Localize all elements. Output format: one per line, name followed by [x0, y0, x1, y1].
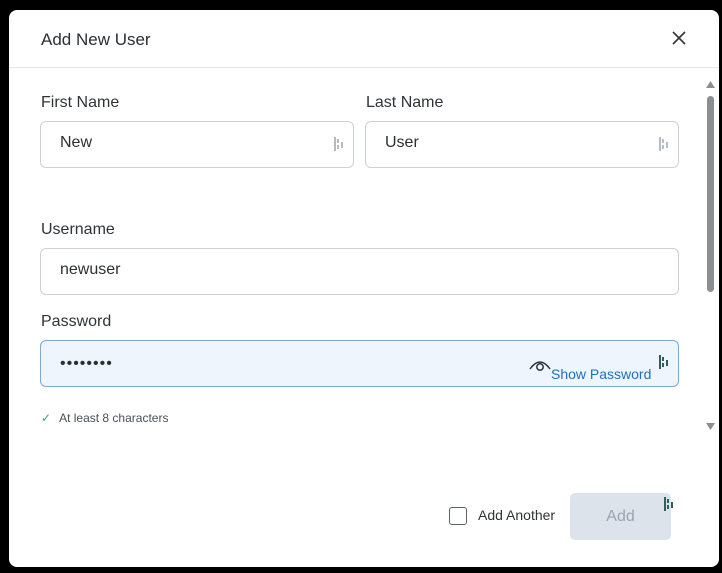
dialog-title: Add New User — [41, 30, 151, 49]
check-icon: ✓ — [41, 411, 52, 425]
add-another-checkbox[interactable] — [449, 507, 467, 525]
dialog-header: Add New User — [9, 10, 719, 68]
last-name-value: User — [385, 134, 419, 151]
password-requirement: ✓ At least 8 characters — [41, 411, 168, 425]
add-button[interactable]: Add — [570, 493, 671, 540]
password-manager-icon[interactable] — [659, 354, 671, 370]
add-another-label: Add Another — [478, 507, 556, 523]
username-label: Username — [41, 221, 115, 238]
username-field[interactable]: newuser — [40, 248, 679, 295]
password-manager-icon[interactable] — [334, 136, 346, 152]
password-manager-icon[interactable] — [659, 136, 671, 152]
password-requirement-text: At least 8 characters — [59, 411, 169, 425]
password-value: •••••••• — [60, 355, 113, 372]
last-name-label: Last Name — [366, 94, 444, 111]
add-user-dialog: Add New User First Name New Last Name Us… — [9, 10, 719, 567]
scrollbar[interactable] — [702, 74, 719, 434]
close-icon[interactable] — [669, 28, 689, 48]
password-label: Password — [41, 313, 112, 330]
show-password-link[interactable]: Show Password — [551, 366, 651, 382]
password-manager-icon[interactable] — [664, 496, 676, 512]
first-name-field[interactable]: New — [40, 121, 354, 168]
password-field[interactable]: •••••••• Show Password — [40, 340, 679, 387]
first-name-value: New — [60, 134, 93, 151]
username-value: newuser — [60, 261, 121, 278]
first-name-label: First Name — [41, 94, 120, 111]
last-name-field[interactable]: User — [365, 121, 679, 168]
eye-icon[interactable] — [528, 358, 552, 377]
